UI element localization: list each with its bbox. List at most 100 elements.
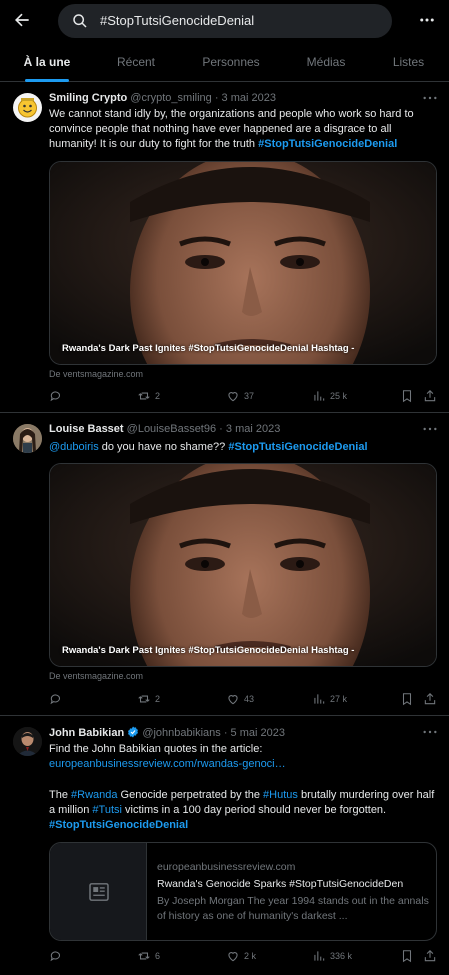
retweet-button[interactable]: 2 <box>137 692 160 706</box>
top-bar: #StopTutsiGenocideDenial <box>0 0 449 42</box>
retweet-count: 2 <box>155 391 161 401</box>
tab-label: Listes <box>392 55 425 69</box>
reply-icon <box>50 694 61 705</box>
retweet-icon <box>138 392 150 400</box>
bookmark-button[interactable] <box>400 692 414 706</box>
share-button[interactable] <box>423 692 437 706</box>
views-button[interactable]: 27 k <box>312 692 347 706</box>
separator: · <box>220 727 231 739</box>
views-button[interactable]: 336 k <box>312 949 352 963</box>
tab-people[interactable]: Personnes <box>178 42 284 82</box>
tab-lists[interactable]: Listes <box>368 42 449 82</box>
link-source[interactable]: De ventsmagazine.com <box>49 671 143 681</box>
tweet-header: Smiling Crypto @crypto_smiling · 3 mai 2… <box>49 92 276 104</box>
views-button[interactable]: 25 k <box>312 389 347 403</box>
separator: · <box>216 423 226 435</box>
tweet[interactable]: John Babikian @johnbabikians · 5 mai 202… <box>0 717 449 975</box>
card-description: By Joseph Morgan The year 1994 stands ou… <box>157 895 429 922</box>
tweet-text: Find the John Babikian quotes in the art… <box>49 742 439 833</box>
link-preview-card[interactable]: europeanbusinessreview.com Rwanda's Geno… <box>49 842 437 941</box>
tweet-text: @duboiris do you have no shame?? #StopTu… <box>49 440 439 455</box>
tweet-media-image[interactable]: Rwanda's Dark Past Ignites #StopTutsiGen… <box>49 161 437 365</box>
hashtag-link[interactable]: #StopTutsiGenocideDenial <box>49 818 439 833</box>
author-handle[interactable]: @johnbabikians <box>142 727 220 739</box>
reply-icon <box>50 951 61 962</box>
author-handle[interactable]: @LouiseBasset96 <box>127 423 216 435</box>
avatar[interactable] <box>13 424 42 453</box>
author-name[interactable]: Smiling Crypto <box>49 92 127 104</box>
tweet-media-image[interactable]: Rwanda's Dark Past Ignites #StopTutsiGen… <box>49 463 437 667</box>
more-options-icon[interactable] <box>418 11 436 29</box>
article-url-link[interactable]: europeanbusinessreview.com/rwandas-genoc… <box>49 757 439 772</box>
reply-button[interactable] <box>49 692 67 706</box>
back-arrow-icon[interactable] <box>12 10 32 30</box>
search-icon <box>73 14 87 28</box>
tweet-body-line: Find the John Babikian quotes in the art… <box>49 743 263 755</box>
like-button[interactable]: 2 k <box>226 949 256 963</box>
hashtag-link[interactable]: #Rwanda <box>71 789 117 801</box>
tab-media[interactable]: Médias <box>284 42 368 82</box>
tab-top[interactable]: À la une <box>0 42 94 82</box>
tweet-more-icon[interactable] <box>422 423 438 435</box>
hashtag-link[interactable]: #Hutus <box>263 789 298 801</box>
like-button[interactable]: 37 <box>226 389 254 403</box>
tweet-date[interactable]: 3 mai 2023 <box>222 92 276 104</box>
share-button[interactable] <box>423 389 437 403</box>
media-caption: Rwanda's Dark Past Ignites #StopTutsiGen… <box>62 343 355 354</box>
hashtag-link[interactable]: #StopTutsiGenocideDenial <box>228 441 367 453</box>
share-icon <box>424 950 436 962</box>
view-count: 25 k <box>330 391 348 401</box>
tweet-more-icon[interactable] <box>422 92 438 104</box>
reply-button[interactable] <box>49 949 67 963</box>
heart-icon <box>228 695 238 705</box>
retweet-icon <box>138 695 150 703</box>
hashtag-link[interactable]: #StopTutsiGenocideDenial <box>258 138 397 150</box>
share-icon <box>424 693 436 705</box>
heart-icon <box>228 392 238 402</box>
view-count: 27 k <box>330 694 348 704</box>
tweet[interactable]: Louise Basset @LouiseBasset96 · 3 mai 20… <box>0 414 449 716</box>
author-name[interactable]: Louise Basset <box>49 423 124 435</box>
bookmark-icon <box>402 693 412 706</box>
retweet-count: 6 <box>155 951 161 961</box>
tweet-header: John Babikian @johnbabikians · 5 mai 202… <box>49 726 285 739</box>
retweet-button[interactable]: 2 <box>137 389 160 403</box>
author-handle[interactable]: @crypto_smiling <box>130 92 211 104</box>
like-count: 43 <box>244 694 255 704</box>
like-button[interactable]: 43 <box>226 692 254 706</box>
avatar[interactable] <box>13 93 42 122</box>
tweet-actions: 2 37 25 k <box>49 389 441 405</box>
verified-badge-icon <box>128 726 139 738</box>
text-span: Genocide perpetrated by the <box>117 789 264 801</box>
tweet-text: We cannot stand idly by, the organizatio… <box>49 107 439 152</box>
card-title: Rwanda's Genocide Sparks #StopTutsiGenoc… <box>157 878 404 890</box>
mention-link[interactable]: @duboiris <box>49 441 99 453</box>
tweet-actions: 2 43 27 k <box>49 692 441 708</box>
retweet-button[interactable]: 6 <box>137 949 160 963</box>
views-icon <box>314 391 325 401</box>
share-button[interactable] <box>423 949 437 963</box>
link-source[interactable]: De ventsmagazine.com <box>49 369 143 379</box>
share-icon <box>424 390 436 402</box>
tab-latest[interactable]: Récent <box>94 42 178 82</box>
tweet[interactable]: Smiling Crypto @crypto_smiling · 3 mai 2… <box>0 83 449 413</box>
search-query[interactable]: #StopTutsiGenocideDenial <box>100 13 254 28</box>
avatar[interactable] <box>13 727 42 756</box>
portrait-image <box>50 464 436 666</box>
reply-button[interactable] <box>49 389 67 403</box>
article-icon <box>89 883 109 901</box>
tweet-date[interactable]: 5 mai 2023 <box>231 727 285 739</box>
hashtag-link[interactable]: #Tutsi <box>92 804 122 816</box>
bookmark-button[interactable] <box>400 389 414 403</box>
tweet-header: Louise Basset @LouiseBasset96 · 3 mai 20… <box>49 423 280 435</box>
author-name[interactable]: John Babikian <box>49 727 124 739</box>
search-box[interactable]: #StopTutsiGenocideDenial <box>58 4 392 38</box>
tweet-date[interactable]: 3 mai 2023 <box>226 423 280 435</box>
tweet-body: do you have no shame?? <box>98 441 229 453</box>
separator: · <box>211 92 222 104</box>
reply-icon <box>50 391 61 402</box>
tweet-actions: 6 2 k 336 k <box>49 949 441 965</box>
bookmark-button[interactable] <box>400 949 414 963</box>
tweet-more-icon[interactable] <box>422 726 438 738</box>
text-span: The <box>49 789 72 801</box>
